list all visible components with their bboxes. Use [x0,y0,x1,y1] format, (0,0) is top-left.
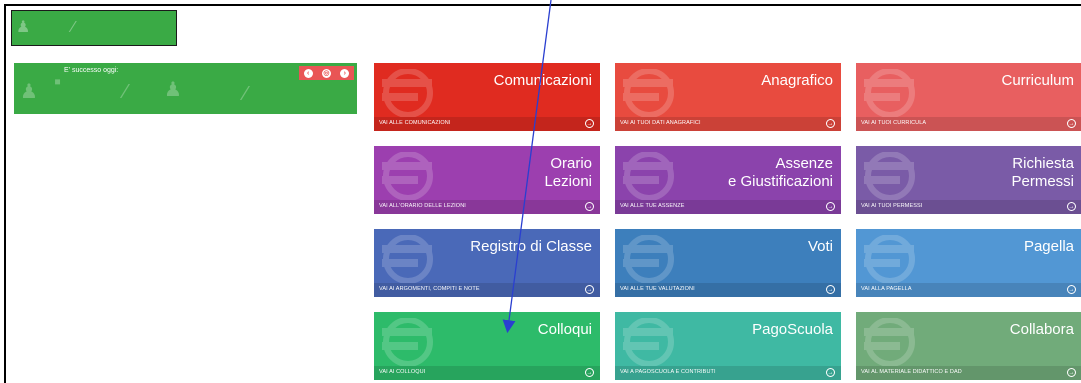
tile-footer[interactable]: VAI A PAGOSCUOLA E CONTRIBUTI → [615,366,841,380]
arrow-right-icon[interactable]: → [585,202,594,211]
tile-title: Curriculum [1001,72,1074,89]
clock-icon [378,151,440,201]
megaphone-icon [378,68,440,118]
tile-title: Comunicazioni [493,72,592,89]
tile-pagella[interactable]: Pagella VAI ALLA PAGELLA → [856,229,1081,297]
today-title: E' successo oggi: [64,67,119,74]
stethoscope-icon [619,151,681,201]
tile-link-label[interactable]: VAI AL MATERIALE DIDATTICO E DAD [861,369,962,375]
tile-title: Pagella [1023,238,1074,255]
tile-collabora[interactable]: Collabora VAI AL MATERIALE DIDATTICO E DA… [856,312,1081,380]
tile-footer[interactable]: VAI ALL'ORARIO DELLE LEZIONI → [374,200,600,214]
tile-link-label[interactable]: VAI AI TUOI DATI ANAGRAFICI [620,120,701,126]
figure-icon: ♟ [164,79,182,101]
next-icon[interactable]: › [340,68,350,78]
tile-footer[interactable]: VAI ALLE TUE VALUTAZIONI → [615,283,841,297]
tile-footer[interactable]: VAI ALLE TUE ASSENZE → [615,200,841,214]
tile-link-label[interactable]: VAI A PAGOSCUOLA E CONTRIBUTI [620,369,716,375]
chat-icon [378,317,440,367]
euro-icon [619,317,681,367]
tile-footer[interactable]: VAI AI TUOI PERMESSI → [856,200,1081,214]
tile-title: Collabora [1009,321,1074,338]
today-widget: ♟ ▪ ⁄ ♟ ⁄ E' successo oggi: ‹ ◎ › [14,63,357,114]
arrow-right-icon[interactable]: → [826,368,835,377]
tile-colloqui[interactable]: Colloqui VAI AI COLLOQUI → [374,312,600,380]
tile-title: PagoScuola [752,321,833,338]
figure-icon: ♟ [20,81,38,103]
arrow-right-icon[interactable]: → [826,202,835,211]
tile-anagrafico[interactable]: Anagrafico VAI AI TUOI DATI ANAGRAFICI → [615,63,841,131]
document-icon [860,234,922,284]
tile-link-label[interactable]: VAI ALL'ORARIO DELLE LEZIONI [379,203,466,209]
arrow-right-icon[interactable]: → [826,119,835,128]
tile-footer[interactable]: VAI AI TUOI DATI ANAGRAFICI → [615,117,841,131]
book-icon [378,234,440,284]
tile-title: Assenze e Giustificazioni [727,155,833,190]
tile-link-label[interactable]: VAI AI COLLOQUI [379,369,425,375]
arrow-right-icon[interactable]: → [1067,202,1076,211]
logo-leaf-icon: ⁄ [72,19,75,36]
dot-icon: ▪ [54,71,62,93]
tile-title: Anagrafico [761,72,833,89]
tile-comunicazioni[interactable]: Comunicazioni VAI ALLE COMUNICAZIONI → [374,63,600,131]
tile-title: Registro di Classe [470,238,592,255]
tile-link-label[interactable]: VAI ALLE COMUNICAZIONI [379,120,450,126]
arrow-right-icon[interactable]: → [1067,119,1076,128]
logo-figure-icon: ♟ [16,19,31,36]
tile-richiesta-permessi[interactable]: Richiesta Permessi VAI AI TUOI PERMESSI → [856,146,1081,214]
tile-assenze[interactable]: Assenze e Giustificazioni VAI ALLE TUE AS… [615,146,841,214]
list-icon [860,68,922,118]
tile-link-label[interactable]: VAI ALLE TUE VALUTAZIONI [620,286,695,292]
tile-footer[interactable]: VAI ALLE COMUNICAZIONI → [374,117,600,131]
tile-footer[interactable]: VAI AL MATERIALE DIDATTICO E DAD → [856,366,1081,380]
arrow-right-icon[interactable]: → [1067,368,1076,377]
prev-icon[interactable]: ‹ [303,68,313,78]
school-logo[interactable]: ♟ ⁄ [11,10,177,46]
tile-title: Richiesta Permessi [1011,155,1074,190]
tile-orario-lezioni[interactable]: Orario Lezioni VAI ALL'ORARIO DELLE LEZIO… [374,146,600,214]
tile-voti[interactable]: Voti VAI ALLE TUE VALUTAZIONI → [615,229,841,297]
person-icon [619,68,681,118]
settings-icon[interactable]: ◎ [321,68,331,78]
tile-pagoscuola[interactable]: PagoScuola VAI A PAGOSCUOLA E CONTRIBUTI → [615,312,841,380]
arrow-right-icon[interactable]: → [585,285,594,294]
tile-title: Voti [807,238,833,255]
tile-footer[interactable]: VAI AI COLLOQUI → [374,366,600,380]
tile-footer[interactable]: VAI AI ARGOMENTI, COMPITI E NOTE → [374,283,600,297]
arrow-right-icon[interactable]: → [585,368,594,377]
arrow-right-icon[interactable]: → [826,285,835,294]
arrow-right-icon[interactable]: → [1067,285,1076,294]
tile-title: Orario Lezioni [544,155,592,190]
leaf-icon: ⁄ [124,81,128,103]
tile-link-label[interactable]: VAI AI TUOI CURRICULA [861,120,926,126]
arrow-right-icon[interactable]: → [585,119,594,128]
tile-registro-classe[interactable]: Registro di Classe VAI AI ARGOMENTI, COMP… [374,229,600,297]
leaf-icon: ⁄ [244,83,248,105]
tile-link-label[interactable]: VAI AI ARGOMENTI, COMPITI E NOTE [379,286,480,292]
grades-icon [619,234,681,284]
tile-link-label[interactable]: VAI ALLA PAGELLA [861,286,912,292]
puzzle-icon [860,317,922,367]
tile-link-label[interactable]: VAI AI TUOI PERMESSI [861,203,922,209]
tile-link-label[interactable]: VAI ALLE TUE ASSENZE [620,203,684,209]
tile-curriculum[interactable]: Curriculum VAI AI TUOI CURRICULA → [856,63,1081,131]
today-nav: ‹ ◎ › [299,66,354,80]
exit-icon [860,151,922,201]
tile-footer[interactable]: VAI AI TUOI CURRICULA → [856,117,1081,131]
tile-footer[interactable]: VAI ALLA PAGELLA → [856,283,1081,297]
tile-title: Colloqui [537,321,592,338]
